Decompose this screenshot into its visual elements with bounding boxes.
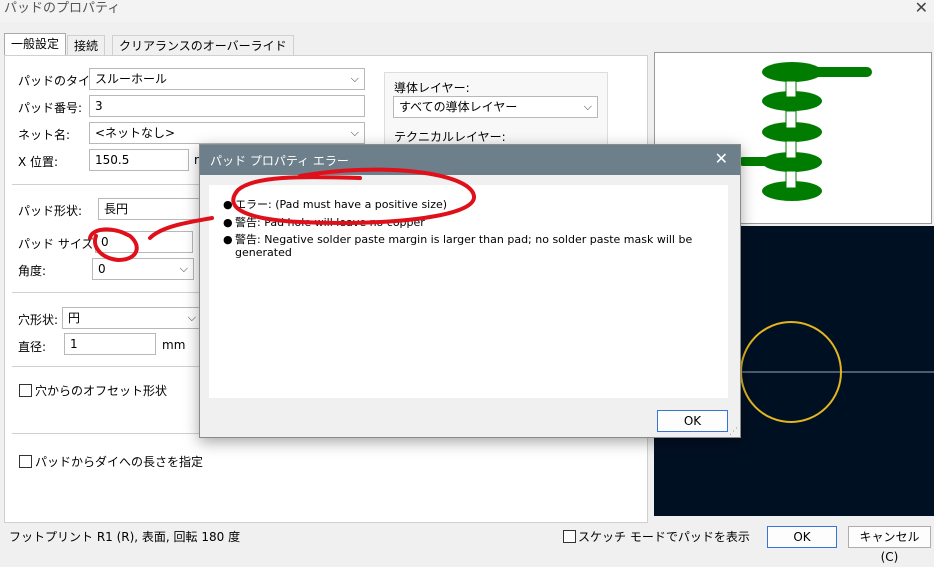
annotation-circle-error	[231, 167, 476, 225]
annotation-circle-size	[88, 227, 139, 263]
red-annotation-overlay	[88, 167, 476, 263]
annotation-connector	[148, 216, 214, 240]
